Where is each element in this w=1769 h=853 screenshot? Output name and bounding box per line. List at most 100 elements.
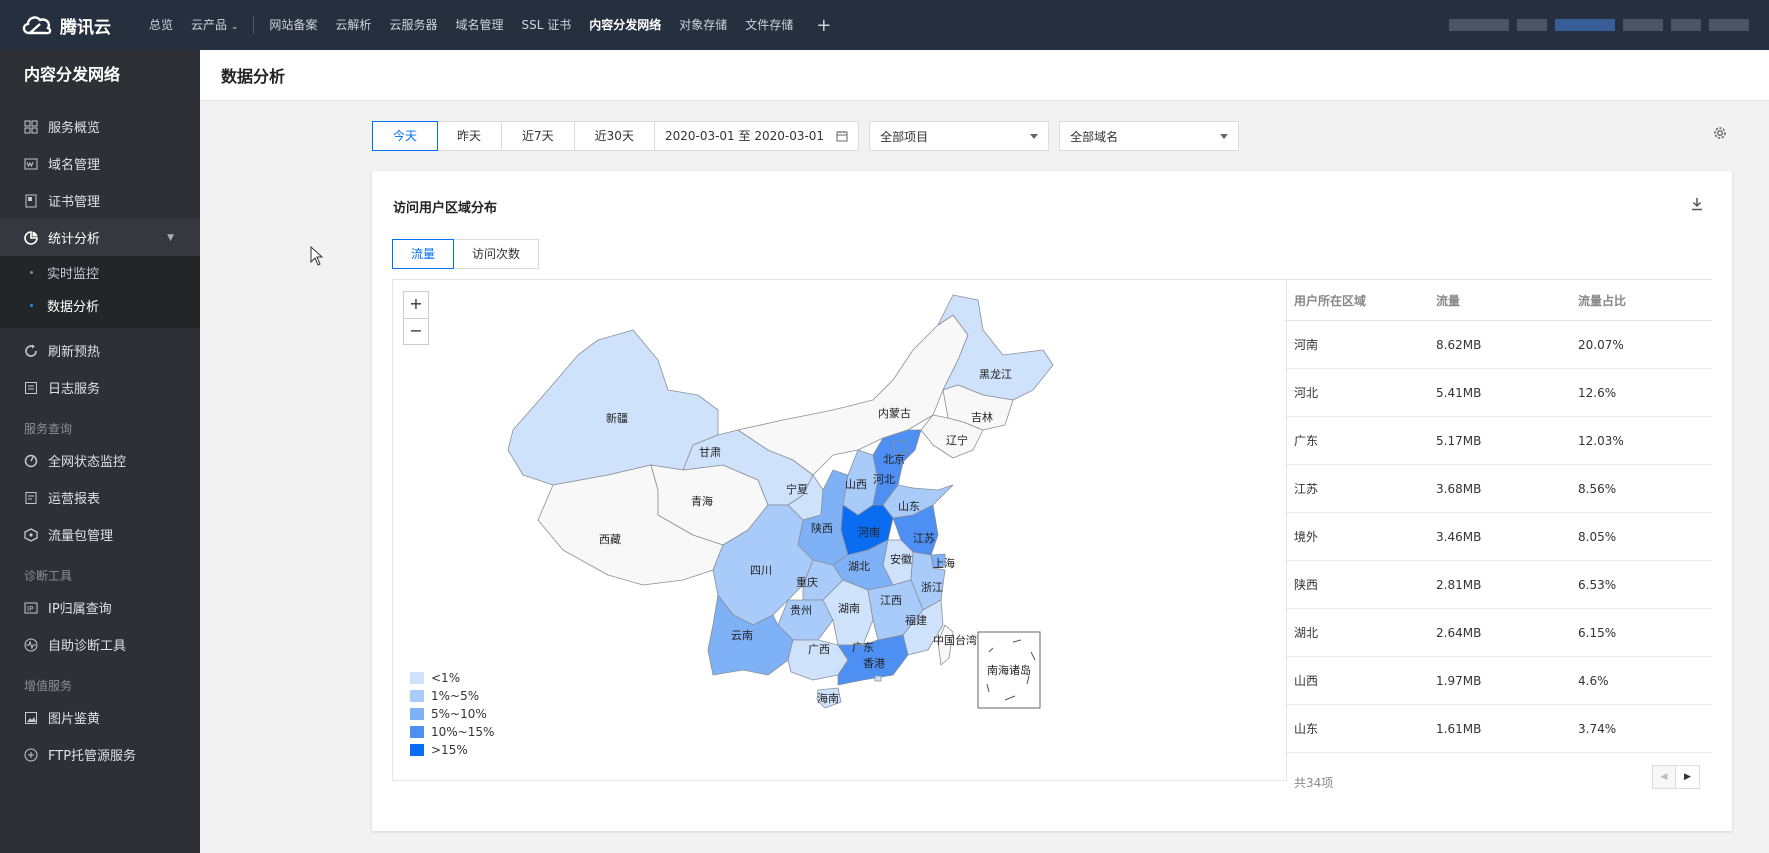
cell-traffic: 5.41MB (1436, 385, 1482, 400)
domain-select[interactable]: 全部域名 (1059, 121, 1240, 151)
table-row: 广东 5.17MB 12.03% (1284, 417, 1712, 465)
nav-products-label: 云产品 (191, 18, 228, 32)
map-label: 重庆 (796, 575, 818, 589)
sidebar-item-ftp-origin[interactable]: FTP托管源服务 (0, 736, 200, 773)
cell-region: 湖北 (1294, 626, 1319, 640)
legend-swatch (410, 708, 424, 720)
add-shortcut-button[interactable]: + (802, 15, 845, 36)
range-yesterday-button[interactable]: 昨天 (437, 122, 503, 150)
project-select[interactable]: 全部项目 (869, 121, 1050, 151)
sidebar-item-ip-lookup[interactable]: IP IP归属查询 (0, 589, 200, 626)
cell-region: 河南 (1294, 338, 1319, 352)
prev-page-button[interactable]: ◀ (1652, 765, 1676, 789)
tab-visits[interactable]: 访问次数 (454, 239, 540, 269)
map-label: 新疆 (606, 411, 628, 425)
map-label: 浙江 (921, 581, 943, 594)
nav-icp[interactable]: 网站备案 (260, 0, 326, 50)
download-icon[interactable] (1690, 197, 1704, 211)
map-label: 山西 (845, 478, 867, 491)
map-label: 四川 (750, 564, 772, 577)
sidebar-item-label: 服务概览 (48, 121, 101, 136)
cell-share: 3.74% (1578, 721, 1617, 736)
map-label: 山东 (898, 500, 920, 513)
sidebar-item-label: 日志服务 (48, 382, 101, 397)
sidebar-item-certificates[interactable]: 证书管理 (0, 182, 200, 219)
sidebar-section-query: 服务查询 (24, 422, 73, 436)
nav-dns[interactable]: 云解析 (326, 0, 380, 50)
nav-ssl[interactable]: SSL 证书 (512, 0, 580, 50)
china-map[interactable]: + − 新疆 西藏 青海 甘肃 内蒙古 黑龙江 吉林 辽宁 北京 河北 山西 宁… (392, 279, 1287, 781)
chevron-down-icon: ⌄ (230, 22, 239, 32)
blurred-account-info (1449, 19, 1509, 31)
legend-swatch (410, 690, 424, 702)
chevron-right-icon: ▶ (1684, 772, 1691, 782)
sidebar-item-domains[interactable]: 域名管理 (0, 145, 200, 182)
sidebar-item-logs[interactable]: 日志服务 (0, 369, 200, 406)
nav-cfs[interactable]: 文件存储 (736, 0, 802, 50)
tab-traffic[interactable]: 流量 (392, 239, 455, 269)
nav-cdn[interactable]: 内容分发网络 (580, 0, 670, 50)
map-label: 河南 (858, 526, 880, 539)
region-hongkong (874, 675, 882, 682)
region-table: 用户所在区域 流量 流量占比 河南 8.62MB 20.07% 河北 5.41MB 12… (1284, 279, 1712, 753)
legend-label: 5%~10% (431, 707, 487, 721)
nav-cos[interactable]: 对象存储 (670, 0, 736, 50)
refresh-icon (24, 344, 38, 358)
sidebar-item-label: 图片鉴黄 (48, 712, 101, 727)
cell-share: 12.03% (1578, 433, 1624, 448)
nav-overview[interactable]: 总览 (140, 0, 182, 50)
date-range-picker[interactable]: 2020-03-01 至 2020-03-01 (655, 122, 858, 150)
sidebar-title: 内容分发网络 (24, 65, 121, 84)
sidebar-item-refresh[interactable]: 刷新预热 (0, 332, 200, 369)
blurred-account-info (1555, 19, 1615, 31)
nav-domain[interactable]: 域名管理 (446, 0, 512, 50)
map-label: 广东 (852, 641, 874, 654)
pie-chart-icon (24, 230, 38, 245)
range-30days-button[interactable]: 近30天 (575, 122, 655, 150)
cell-share: 6.53% (1578, 577, 1617, 592)
sidebar-item-statistics[interactable]: 统计分析 ▼ (0, 219, 200, 256)
map-label: 陕西 (811, 521, 833, 535)
log-file-icon (24, 381, 38, 395)
sidebar-item-self-diagnosis[interactable]: 自助诊断工具 (0, 626, 200, 663)
sidebar-item-network-status[interactable]: 全网状态监控 (0, 442, 200, 479)
map-label: 湖北 (848, 560, 870, 573)
range-today-button[interactable]: 今天 (372, 121, 439, 151)
top-nav: 总览 云产品 ⌄ 网站备案 云解析 云服务器 域名管理 SSL 证书 内容分发网… (140, 0, 845, 50)
map-label: 海南 (817, 691, 839, 705)
cell-traffic: 3.68MB (1436, 481, 1482, 496)
www-icon (24, 157, 38, 171)
map-svg[interactable]: 新疆 西藏 青海 甘肃 内蒙古 黑龙江 吉林 辽宁 北京 河北 山西 宁夏 陕西… (393, 280, 1288, 782)
nav-products[interactable]: 云产品 ⌄ (182, 0, 247, 50)
bullet-icon (30, 271, 33, 274)
map-label: 福建 (905, 613, 927, 627)
legend-label: <1% (431, 671, 461, 685)
sidebar-item-overview[interactable]: 服务概览 (0, 108, 200, 145)
legend-item: >15% (410, 741, 494, 759)
range-7days-button[interactable]: 近7天 (502, 122, 575, 150)
cell-traffic: 5.17MB (1436, 433, 1482, 448)
sidebar-sub-analysis[interactable]: 数据分析 (0, 289, 200, 322)
legend-item: 1%~5% (410, 687, 494, 705)
nav-cvm[interactable]: 云服务器 (380, 0, 446, 50)
cell-traffic: 3.46MB (1436, 529, 1482, 544)
map-label: 云南 (731, 629, 753, 642)
sidebar-item-reports[interactable]: 运营报表 (0, 479, 200, 516)
map-label: 中国台湾 (933, 633, 977, 647)
legend-label: 1%~5% (431, 689, 480, 703)
sidebar-item-traffic-packages[interactable]: 流量包管理 (0, 516, 200, 553)
brand-logo[interactable]: 腾讯云 (0, 13, 140, 38)
cell-share: 8.56% (1578, 481, 1617, 496)
cell-share: 20.07% (1578, 337, 1624, 352)
gear-icon[interactable] (1712, 125, 1728, 141)
time-range-selector: 今天 昨天 近7天 近30天 2020-03-01 至 2020-03-01 (372, 121, 860, 151)
legend-item: 10%~15% (410, 723, 494, 741)
account-area[interactable] (1449, 0, 1749, 50)
sidebar-item-image-moderation[interactable]: 图片鉴黄 (0, 699, 200, 736)
date-range-value: 2020-03-01 至 2020-03-01 (664, 129, 825, 143)
cell-share: 12.6% (1578, 385, 1617, 400)
sidebar-sub-realtime[interactable]: 实时监控 (0, 256, 200, 289)
next-page-button[interactable]: ▶ (1676, 765, 1700, 789)
pagination: ◀ ▶ (1652, 765, 1700, 789)
map-label: 北京 (883, 452, 905, 466)
